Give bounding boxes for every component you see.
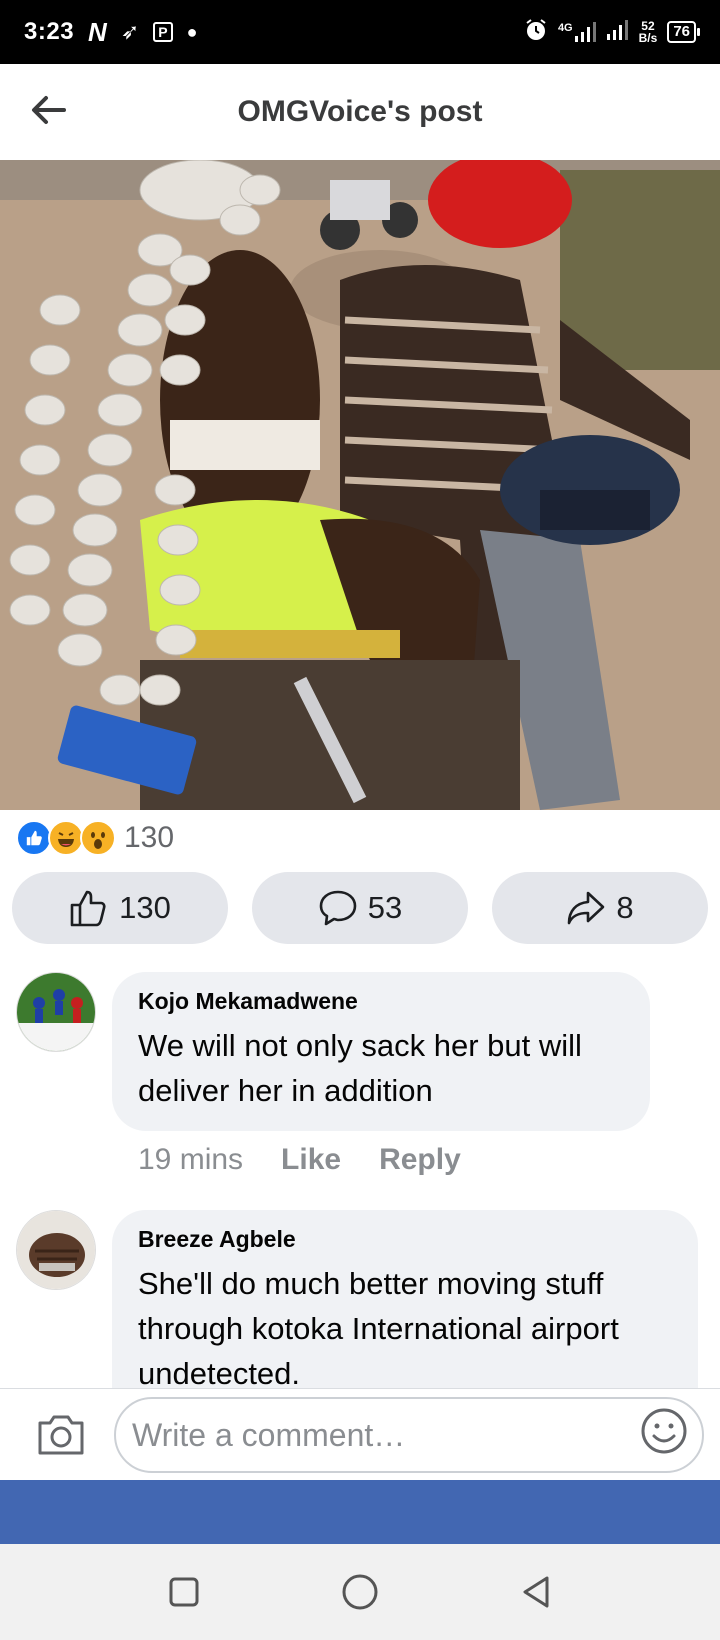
netflix-icon: N [88, 16, 107, 47]
comment-time[interactable]: 19 mins [138, 1143, 243, 1177]
avatar[interactable] [16, 972, 96, 1052]
comment-input[interactable]: Write a comment… [114, 1397, 704, 1473]
recents-button[interactable] [160, 1568, 208, 1616]
battery-indicator: 76 [667, 21, 700, 43]
arrow-left-icon [32, 96, 66, 124]
parking-icon: P [153, 22, 173, 42]
comment-text: We will not only sack her but will deliv… [138, 1028, 582, 1108]
back-button[interactable] [26, 88, 70, 132]
camera-button[interactable] [36, 1411, 86, 1457]
status-time: 3:23 [24, 18, 75, 45]
status-bar: 3:23 N ➶ P ● 4G 52 B/s 76 [0, 0, 720, 64]
comment-bubble[interactable]: Breeze Agbele She'll do much better movi… [112, 1210, 698, 1410]
comment-composer: Write a comment… [0, 1388, 720, 1480]
signal-icon [606, 19, 629, 45]
dot-icon: ● [186, 21, 198, 42]
triangle-back-icon [523, 1576, 549, 1608]
avatar-image [17, 1211, 95, 1289]
post-header: OMGVoice's post [0, 64, 720, 160]
system-nav-bar [0, 1544, 720, 1640]
bird-icon: ➶ [120, 19, 140, 44]
share-count: 8 [616, 890, 634, 925]
avatar[interactable] [16, 1210, 96, 1290]
comment-bubble[interactable]: Kojo Mekamadwene We will not only sack h… [112, 972, 650, 1131]
comment-reply-button[interactable]: Reply [379, 1143, 461, 1177]
comment-count: 53 [367, 890, 403, 925]
haha-reaction-icon [48, 820, 84, 856]
comment-like-button[interactable]: Like [281, 1143, 341, 1177]
avatar-image [17, 973, 95, 1051]
network-speed: 52 B/s [638, 19, 658, 45]
thumbs-up-icon [70, 890, 106, 927]
smiley-icon [641, 1408, 687, 1454]
share-button[interactable]: 8 [492, 872, 708, 944]
emoji-button[interactable] [640, 1407, 688, 1455]
comment-text: She'll do much better moving stuff throu… [138, 1266, 619, 1391]
home-button[interactable] [336, 1568, 384, 1616]
comment-author[interactable]: Breeze Agbele [138, 1226, 672, 1253]
square-icon [169, 1577, 199, 1607]
comment-meta: 19 mins Like Reply [138, 1143, 461, 1177]
alarm-icon [524, 18, 548, 47]
comment-icon [319, 890, 357, 926]
like-reaction-icon [16, 820, 52, 856]
like-count: 130 [119, 890, 171, 925]
back-nav-button[interactable] [512, 1568, 560, 1616]
photo-illustration [0, 160, 720, 810]
reaction-count: 130 [124, 821, 175, 854]
brand-bar [0, 1480, 720, 1544]
comment-author[interactable]: Kojo Mekamadwene [138, 988, 624, 1015]
circle-icon [342, 1574, 378, 1610]
camera-icon [38, 1415, 84, 1455]
share-icon [568, 891, 605, 925]
signal-4g-icon: 4G [558, 22, 597, 42]
wow-reaction-icon [80, 820, 116, 856]
page-title: OMGVoice's post [237, 95, 483, 128]
comment-button[interactable]: 53 [252, 872, 468, 944]
like-button[interactable]: 130 [12, 872, 228, 944]
post-photo[interactable] [0, 160, 720, 810]
reactions-summary[interactable]: 130 [16, 818, 174, 858]
